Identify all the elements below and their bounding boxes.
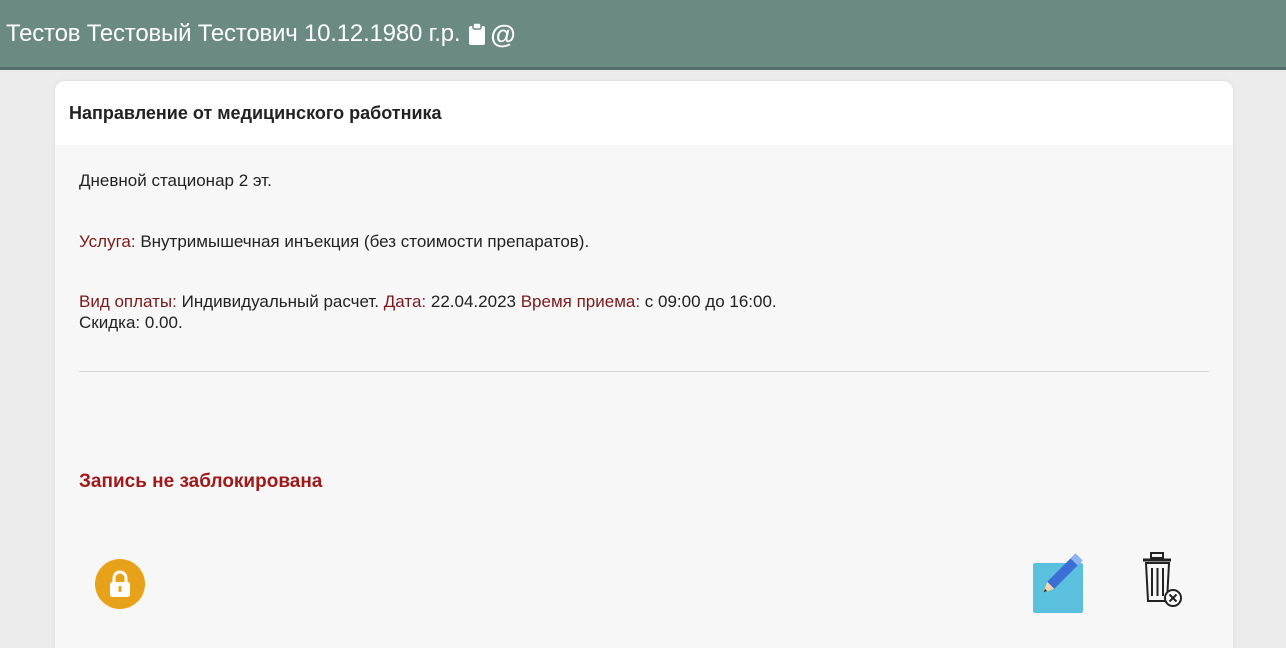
delete-button[interactable] [1139,551,1187,613]
date-value: 22.04.2023 [430,292,516,311]
trash-icon [1143,552,1182,607]
time-label: Время приема: [520,292,641,311]
edit-button[interactable] [1033,551,1099,613]
patient-header: Тестов Тестовый Тестович 10.12.1980 г.р.… [0,0,1286,70]
at-sign-icon[interactable]: @ [490,21,515,47]
payment-label: Вид оплаты: [79,292,177,311]
discount-label: Скидка: [79,313,141,332]
clipboard-icon[interactable] [468,21,486,46]
divider [79,371,1209,372]
payment-value: Индивидуальный расчет. [181,292,380,311]
referral-card: Направление от медицинского работника Дн… [55,81,1233,648]
lock-icon [110,570,130,597]
patient-name: Тестов Тестовый Тестович 10.12.1980 г.р. [6,19,461,47]
lock-status: Запись не заблокирована [79,471,323,492]
lock-button[interactable] [95,559,145,609]
payment-line: Вид оплаты: Индивидуальный расчет. Дата:… [79,291,777,333]
department: Дневной стационар 2 эт. [79,171,272,190]
card-title: Направление от медицинского работника [55,81,1233,145]
date-label: Дата: [383,292,427,311]
discount-value: 0.00. [144,313,183,332]
time-value: с 09:00 до 16:00. [644,292,777,311]
header-icons: @ [468,21,519,47]
edit-icon [1033,553,1083,613]
service-label: Услуга: [79,232,136,251]
service-line: Услуга: Внутримышечная инъекция (без сто… [79,232,589,252]
service-value: Внутримышечная инъекция (без стоимости п… [140,232,590,251]
